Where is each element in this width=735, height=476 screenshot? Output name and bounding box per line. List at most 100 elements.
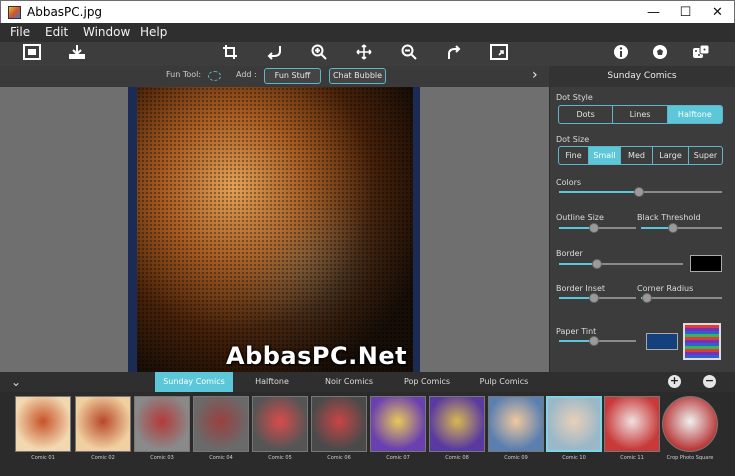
menu-file[interactable]: File bbox=[10, 25, 30, 39]
paper-tint-color-swatch[interactable] bbox=[646, 333, 678, 350]
tab-pop-comics[interactable]: Pop Comics bbox=[390, 372, 464, 392]
preset-thumbnail-label: Comic 07 bbox=[386, 455, 410, 461]
black-threshold-slider[interactable] bbox=[641, 223, 722, 233]
panel-title: Sunday Comics bbox=[607, 71, 677, 81]
crop-icon[interactable] bbox=[219, 44, 241, 64]
menu-window[interactable]: Window bbox=[83, 25, 130, 39]
preset-thumbnail-label: Comic 11 bbox=[620, 455, 644, 461]
preset-thumbnail[interactable] bbox=[370, 396, 426, 452]
border-slider[interactable] bbox=[559, 259, 683, 269]
preset-thumbnail-label: Comic 01 bbox=[31, 455, 55, 461]
preset-thumbnail-label: Comic 03 bbox=[150, 455, 174, 461]
preset-thumbnail[interactable] bbox=[429, 396, 485, 452]
fun-stuff-button[interactable]: Fun Stuff bbox=[264, 68, 321, 84]
preset-thumbnail[interactable] bbox=[488, 396, 544, 452]
preset-thumbnail[interactable] bbox=[546, 396, 602, 452]
fun-tool-label: Fun Tool: bbox=[166, 70, 202, 79]
dot-size-super[interactable]: Super bbox=[689, 147, 722, 164]
settings-panel: Dot Style Dots Lines Halftone Dot Size F… bbox=[549, 87, 735, 372]
corner-radius-slider-knob[interactable] bbox=[642, 293, 653, 303]
toolbar bbox=[0, 42, 735, 66]
outline-size-slider[interactable] bbox=[559, 223, 636, 233]
paper-tint-slider-knob[interactable] bbox=[589, 336, 600, 346]
dot-style-dots[interactable]: Dots bbox=[559, 106, 614, 123]
undo-icon[interactable] bbox=[263, 44, 285, 64]
chevron-right-icon[interactable]: › bbox=[532, 67, 538, 83]
chat-bubble-button[interactable]: Chat Bubble bbox=[329, 68, 386, 84]
app-window: AbbasPC.jpg — ☐ ✕ File Edit Window Help bbox=[0, 0, 735, 476]
effect-tab-bar: ⌄ Sunday Comics Halftone Noir Comics Pop… bbox=[0, 372, 735, 392]
preset-thumbnail[interactable] bbox=[15, 396, 71, 452]
dot-size-large[interactable]: Large bbox=[653, 147, 689, 164]
preset-thumbnail-label: Comic 05 bbox=[268, 455, 292, 461]
redo-icon[interactable] bbox=[443, 44, 465, 64]
move-icon[interactable] bbox=[353, 44, 375, 64]
preset-thumbnail-label: Crop Photo Square bbox=[666, 455, 714, 461]
border-slider-knob[interactable] bbox=[592, 259, 603, 269]
dot-style-label: Dot Style bbox=[556, 93, 593, 102]
window-title: AbbasPC.jpg bbox=[27, 5, 103, 19]
dot-style-lines[interactable]: Lines bbox=[613, 106, 668, 123]
comic-photo bbox=[137, 87, 413, 372]
preset-thumbnail[interactable] bbox=[193, 396, 249, 452]
preset-thumbnail[interactable] bbox=[252, 396, 308, 452]
dot-size-segmented: Fine Small Med Large Super bbox=[558, 146, 723, 165]
paper-tint-slider[interactable] bbox=[559, 336, 636, 346]
dot-size-fine[interactable]: Fine bbox=[559, 147, 589, 164]
corner-radius-slider[interactable] bbox=[641, 293, 722, 303]
border-inset-slider[interactable] bbox=[559, 293, 636, 303]
tab-noir-comics[interactable]: Noir Comics bbox=[311, 372, 387, 392]
preset-thumbnail-label: Comic 06 bbox=[327, 455, 351, 461]
dot-style-halftone[interactable]: Halftone bbox=[667, 106, 722, 123]
preset-thumbnail[interactable] bbox=[134, 396, 190, 452]
preset-thumbnail[interactable] bbox=[311, 396, 367, 452]
tab-pulp-comics[interactable]: Pulp Comics bbox=[467, 372, 541, 392]
border-inset-slider-knob[interactable] bbox=[589, 293, 600, 303]
preset-thumbnail-label: Comic 04 bbox=[209, 455, 233, 461]
remove-preset-button[interactable]: − bbox=[703, 375, 716, 388]
dot-size-med[interactable]: Med bbox=[621, 147, 653, 164]
preset-thumbnail[interactable] bbox=[604, 396, 660, 452]
soccer-ball-icon[interactable] bbox=[649, 44, 671, 64]
border-label: Border bbox=[556, 249, 583, 258]
border-color-swatch[interactable] bbox=[690, 255, 722, 272]
tab-sunday-comics[interactable]: Sunday Comics bbox=[155, 372, 233, 392]
preset-thumbnail-label: Comic 10 bbox=[562, 455, 586, 461]
maximize-button[interactable]: ☐ bbox=[669, 1, 702, 24]
colors-slider-knob[interactable] bbox=[633, 187, 644, 197]
add-preset-button[interactable]: + bbox=[668, 375, 681, 388]
color-palette-picker[interactable] bbox=[683, 323, 721, 360]
preset-thumbnail[interactable] bbox=[75, 396, 131, 452]
chevron-down-icon[interactable]: ⌄ bbox=[8, 372, 24, 392]
colors-label: Colors bbox=[556, 178, 582, 187]
dice-icon[interactable] bbox=[690, 44, 712, 64]
corner-radius-label: Corner Radius bbox=[637, 284, 694, 293]
black-threshold-slider-knob[interactable] bbox=[668, 223, 679, 233]
zoom-out-icon[interactable] bbox=[398, 44, 420, 64]
preset-thumbnail[interactable] bbox=[662, 396, 718, 452]
close-button[interactable]: ✕ bbox=[701, 1, 734, 24]
menu-edit[interactable]: Edit bbox=[45, 25, 68, 39]
dot-size-small[interactable]: Small bbox=[589, 147, 621, 164]
outline-size-label: Outline Size bbox=[556, 213, 604, 222]
save-icon[interactable] bbox=[66, 44, 88, 64]
preset-thumbnails: Comic 01 Comic 02 Comic 03 Comic 04 Comic 05… bbox=[0, 392, 735, 476]
open-image-icon[interactable] bbox=[21, 44, 43, 64]
tab-halftone[interactable]: Halftone bbox=[236, 372, 308, 392]
menu-help[interactable]: Help bbox=[140, 25, 167, 39]
preset-thumbnail-label: Comic 02 bbox=[91, 455, 115, 461]
menu-bar: File Edit Window Help bbox=[0, 23, 735, 42]
dot-style-segmented: Dots Lines Halftone bbox=[558, 105, 723, 124]
fun-tool-bar: Fun Tool: Add : Fun Stuff Chat Bubble › bbox=[0, 66, 549, 87]
zoom-in-icon[interactable] bbox=[308, 44, 330, 64]
outline-size-slider-knob[interactable] bbox=[589, 223, 600, 233]
colors-slider[interactable] bbox=[559, 187, 722, 197]
minimize-button[interactable]: — bbox=[637, 1, 670, 24]
preset-thumbnail-label: Comic 09 bbox=[504, 455, 528, 461]
add-label: Add : bbox=[236, 70, 257, 79]
fit-image-icon[interactable] bbox=[488, 44, 510, 64]
image-canvas[interactable]: AbbasPC.Net bbox=[0, 87, 549, 372]
lasso-icon[interactable] bbox=[208, 71, 221, 81]
paper-tint-label: Paper Tint bbox=[556, 327, 597, 336]
info-icon[interactable] bbox=[610, 44, 632, 64]
